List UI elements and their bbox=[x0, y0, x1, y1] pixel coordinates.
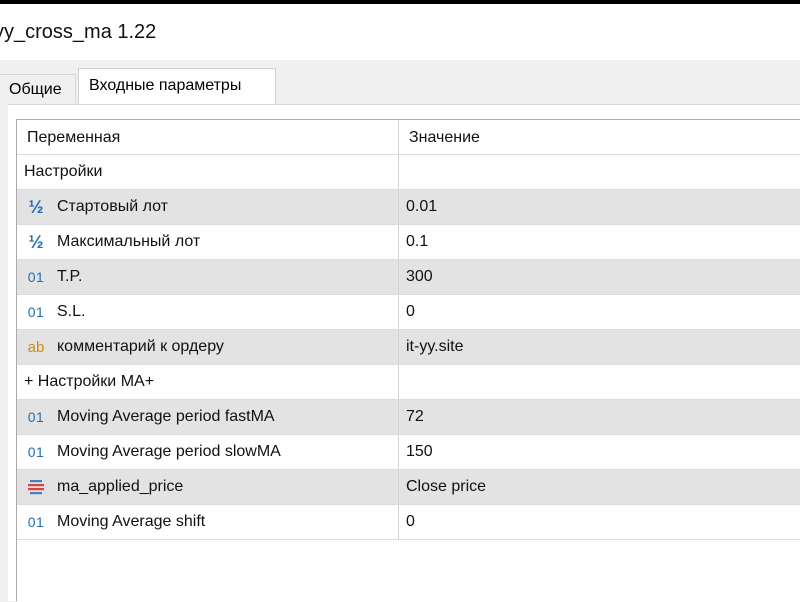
table-row[interactable]: 01 T.P. 300 bbox=[17, 260, 800, 295]
table-row[interactable]: ma_applied_price Close price bbox=[17, 470, 800, 505]
parameter-value[interactable]: 0 bbox=[406, 513, 415, 531]
parameter-name: комментарий к ордеру bbox=[57, 338, 224, 355]
column-header-value[interactable]: Значение bbox=[409, 129, 480, 147]
grid-header-row: Переменная Значение bbox=[17, 120, 800, 155]
string-icon: ab bbox=[27, 338, 45, 356]
parameter-value[interactable]: 0.1 bbox=[406, 233, 428, 251]
tab-input-parameters[interactable]: Входные параметры bbox=[78, 68, 276, 104]
table-row[interactable]: ab комментарий к ордеру it-yy.site bbox=[17, 330, 800, 365]
integer-icon: 01 bbox=[27, 409, 45, 425]
table-row[interactable]: 01 Moving Average period slowMA 150 bbox=[17, 435, 800, 470]
fraction-icon: ½ bbox=[28, 231, 44, 252]
parameter-name: Настройки bbox=[24, 163, 103, 180]
grid-empty-area bbox=[17, 553, 800, 602]
table-row[interactable]: 01 Moving Average shift 0 bbox=[17, 505, 800, 540]
tab-panel: Переменная Значение Настройки ½ Стартовы… bbox=[8, 104, 800, 602]
integer-icon: 01 bbox=[27, 444, 45, 460]
integer-icon: 01 bbox=[27, 514, 45, 530]
parameter-name: ma_applied_price bbox=[57, 478, 184, 495]
parameter-value[interactable]: 150 bbox=[406, 443, 433, 461]
parameter-name: Moving Average shift bbox=[57, 513, 206, 530]
parameter-value[interactable]: 0.01 bbox=[406, 198, 437, 216]
parameter-value[interactable]: 0 bbox=[406, 303, 415, 321]
integer-icon: 01 bbox=[27, 269, 45, 285]
table-row[interactable]: ½ Максимальный лот 0.1 bbox=[17, 225, 800, 260]
parameter-name: Moving Average period fastMA bbox=[57, 408, 275, 425]
title-bar: yy_cross_ma 1.22 bbox=[0, 4, 800, 60]
parameter-name: S.L. bbox=[57, 303, 86, 320]
tab-strip: Общие Входные параметры bbox=[0, 68, 800, 104]
fraction-icon: ½ bbox=[28, 196, 44, 217]
parameter-value[interactable]: it-yy.site bbox=[406, 338, 463, 356]
table-row[interactable]: ½ Стартовый лот 0.01 bbox=[17, 190, 800, 225]
enum-list-icon bbox=[25, 476, 47, 498]
parameter-name: Стартовый лот bbox=[57, 198, 168, 215]
tab-general[interactable]: Общие bbox=[0, 74, 76, 103]
parameter-name: Максимальный лот bbox=[57, 233, 201, 250]
parameter-name: T.P. bbox=[57, 268, 83, 285]
parameter-value[interactable]: Close price bbox=[406, 478, 486, 496]
table-row[interactable]: 01 S.L. 0 bbox=[17, 295, 800, 330]
window-title: yy_cross_ma 1.22 bbox=[0, 21, 157, 43]
parameter-value[interactable]: 72 bbox=[406, 408, 424, 426]
parameters-grid: Переменная Значение Настройки ½ Стартовы… bbox=[16, 119, 800, 602]
table-row[interactable]: + Настройки MA+ bbox=[17, 365, 800, 400]
parameter-name: Moving Average period slowMA bbox=[57, 443, 281, 460]
integer-icon: 01 bbox=[27, 304, 45, 320]
parameter-value[interactable]: 300 bbox=[406, 268, 433, 286]
parameter-name: + Настройки MA+ bbox=[24, 373, 155, 390]
table-row[interactable]: 01 Moving Average period fastMA 72 bbox=[17, 400, 800, 435]
table-row[interactable]: Настройки bbox=[17, 155, 800, 190]
column-header-variable[interactable]: Переменная bbox=[27, 129, 120, 147]
